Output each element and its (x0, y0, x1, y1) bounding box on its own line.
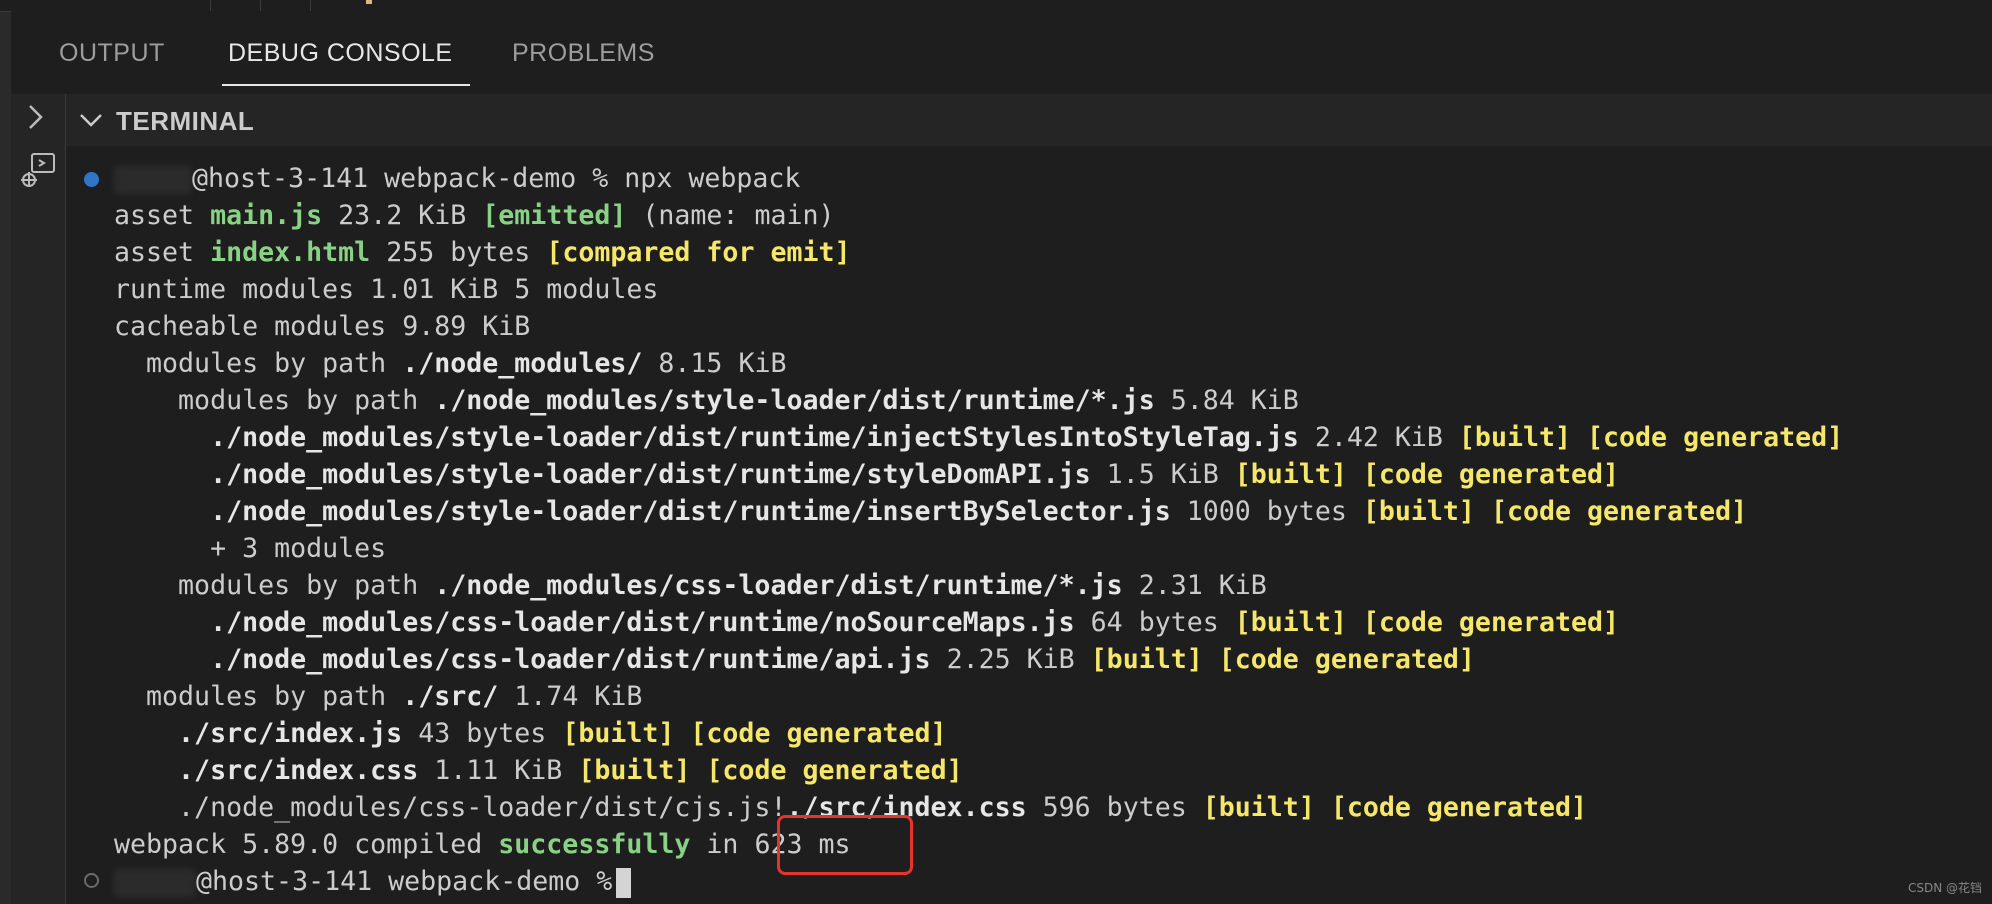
output-line: modules by path ./node_modules/css-loade… (114, 570, 1267, 601)
bracket-glyph (366, 0, 372, 4)
tab-output[interactable]: OUTPUT (59, 39, 165, 68)
output-line: ./node_modules/style-loader/dist/runtime… (114, 459, 1620, 490)
debug-icon[interactable] (18, 152, 58, 197)
tab-problems[interactable]: PROBLEMS (512, 39, 655, 68)
annotation-highlight-box (777, 815, 913, 875)
output-line: runtime modules 1.01 KiB 5 modules (114, 274, 659, 305)
prompt-line: @host-3-141 webpack-demo % (196, 863, 632, 900)
tab-debug-console[interactable]: DEBUG CONSOLE (228, 39, 453, 68)
output-line: + 3 modules (114, 533, 387, 564)
command-pending-decoration[interactable] (84, 873, 99, 888)
active-tab-indicator (222, 84, 470, 86)
redacted-username (114, 166, 192, 194)
prompt-line: @host-3-141 webpack-demo % npx webpack (192, 163, 801, 194)
output-line: modules by path ./src/ 1.74 KiB (114, 681, 643, 712)
terminal-cursor (616, 867, 632, 898)
watermark: CSDN @花铛 (1907, 881, 1982, 895)
chevron-right-icon[interactable] (26, 103, 46, 136)
command-success-decoration[interactable] (84, 172, 99, 187)
tab-separator (260, 0, 261, 11)
output-line: ./node_modules/css-loader/dist/runtime/a… (114, 644, 1475, 675)
window-left-edge (0, 0, 11, 904)
output-line: asset main.js 23.2 KiB [emitted] (name: … (114, 200, 835, 231)
output-line: asset index.html 255 bytes [compared for… (114, 237, 851, 268)
redacted-username (114, 869, 196, 897)
output-line: modules by path ./node_modules/style-loa… (114, 385, 1299, 416)
output-line: ./node_modules/css-loader/dist/runtime/n… (114, 607, 1620, 638)
terminal-title: TERMINAL (116, 106, 255, 136)
output-line: modules by path ./node_modules/ 8.15 KiB (114, 348, 787, 379)
terminal-output[interactable]: @host-3-141 webpack-demo % npx webpack a… (66, 160, 1992, 904)
output-line: ./src/index.js 43 bytes [built] [code ge… (114, 718, 947, 749)
panel-tabs: OUTPUT DEBUG CONSOLE PROBLEMS (11, 11, 1992, 93)
terminal-side-column (11, 94, 66, 904)
tab-separator (310, 0, 311, 11)
chevron-down-icon[interactable] (78, 108, 104, 137)
output-line: cacheable modules 9.89 KiB (114, 311, 531, 342)
terminal-header[interactable]: TERMINAL (66, 94, 1992, 146)
tab-separator (210, 0, 211, 11)
output-line: ./node_modules/style-loader/dist/runtime… (114, 422, 1844, 453)
output-line: ./node_modules/style-loader/dist/runtime… (114, 496, 1748, 527)
compile-status-line: webpack 5.89.0 compiled successfully in … (114, 829, 851, 860)
output-line: ./src/index.css 1.11 KiB [built] [code g… (114, 755, 963, 786)
